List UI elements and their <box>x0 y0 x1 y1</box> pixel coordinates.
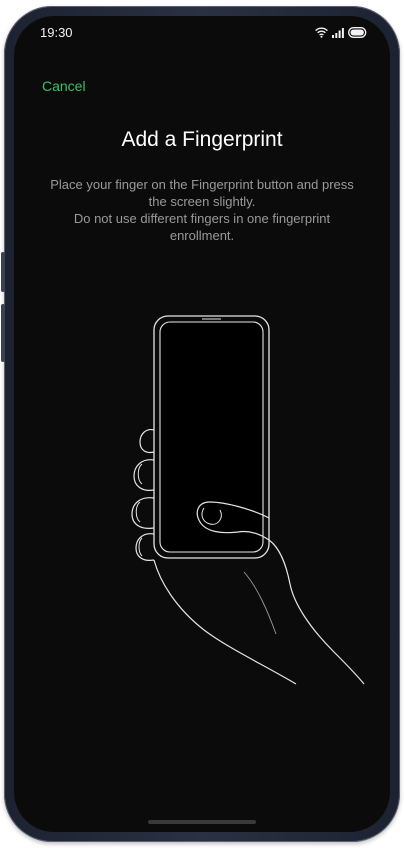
phone-frame: 19:30 Cancel Add a Fingerprint Place you… <box>1 6 400 842</box>
status-icons <box>315 25 368 43</box>
status-time: 19:30 <box>40 25 73 40</box>
illustration-wrist <box>153 559 297 685</box>
illustration-phone-screen <box>159 321 264 553</box>
status-bar: 19:30 <box>14 16 390 48</box>
illustration-nail-3 <box>135 501 141 523</box>
volume-key-lower <box>1 304 5 362</box>
page-title: Add a Fingerprint <box>121 128 283 151</box>
illustration-finger-3 <box>131 497 155 529</box>
wifi-icon <box>315 25 328 43</box>
cancel-button[interactable]: Cancel <box>42 78 86 94</box>
signal-icon <box>332 25 344 43</box>
home-indicator[interactable] <box>148 820 256 824</box>
illustration-nail-2 <box>137 463 143 485</box>
instructions: Place your finger on the Fingerprint but… <box>44 176 360 244</box>
illustration-finger-1 <box>139 429 155 454</box>
volume-key <box>1 252 5 292</box>
illustration-palm-crease <box>243 571 277 635</box>
hand-holding-phone-illustration <box>14 312 390 692</box>
illustration-palm <box>268 539 365 685</box>
illustration-finger-2 <box>133 459 155 491</box>
instruction-line-2: Do not use different fingers in one fing… <box>73 211 331 243</box>
battery-icon <box>348 25 368 43</box>
instruction-line-1: Place your finger on the Fingerprint but… <box>50 177 354 209</box>
screen: 19:30 Cancel Add a Fingerprint Place you… <box>14 16 390 832</box>
illustration-nail-4 <box>138 537 143 557</box>
